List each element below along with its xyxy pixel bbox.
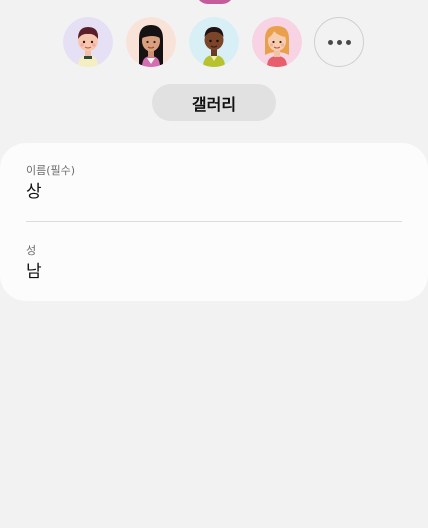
woman-avatar-icon <box>126 17 176 67</box>
girl-avatar-icon <box>252 17 302 67</box>
name-field-value[interactable]: 상 <box>26 181 402 203</box>
man-avatar-icon <box>189 17 239 67</box>
selected-avatar-preview <box>196 0 234 4</box>
surname-field-label: 성 <box>26 244 37 257</box>
avatar-option-girl[interactable] <box>252 17 302 67</box>
avatar-option-woman[interactable] <box>126 17 176 67</box>
surname-field[interactable]: 성 남 <box>26 244 402 283</box>
avatar-picker <box>63 17 365 67</box>
name-field[interactable]: 이름(필수) 상 <box>26 164 402 203</box>
surname-field-value[interactable]: 남 <box>26 261 402 283</box>
profile-form-card: 이름(필수) 상 성 남 <box>0 143 428 301</box>
gallery-button[interactable]: 갤러리 <box>152 84 276 121</box>
more-horizontal-icon <box>326 39 353 45</box>
avatar-option-boy[interactable] <box>63 17 113 67</box>
boy-avatar-icon <box>63 17 113 67</box>
avatar-option-man[interactable] <box>189 17 239 67</box>
name-field-label: 이름(필수) <box>26 164 76 177</box>
field-divider <box>26 221 402 222</box>
more-avatars-button[interactable] <box>314 17 364 67</box>
